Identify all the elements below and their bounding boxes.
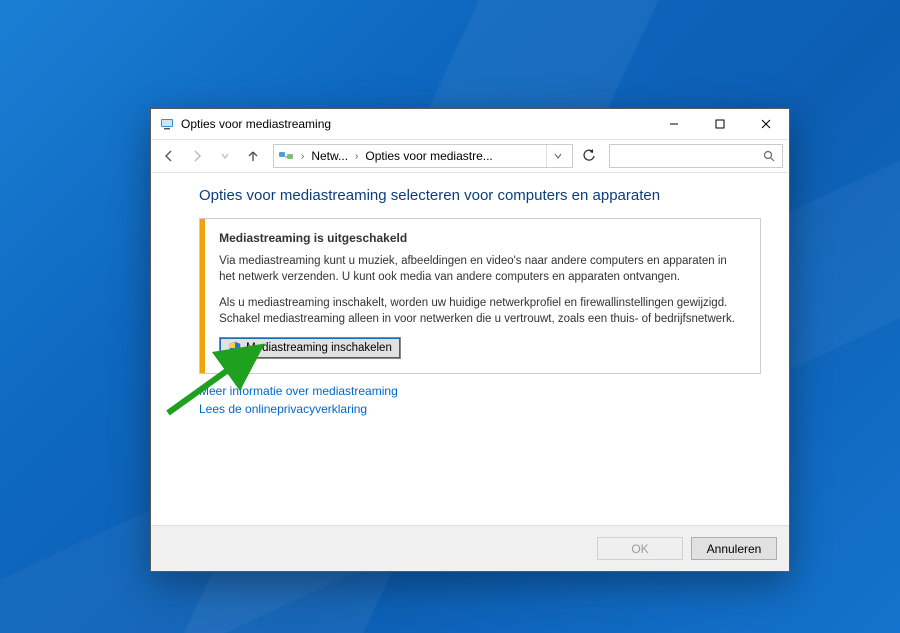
refresh-button[interactable] [577,144,601,168]
close-button[interactable] [743,109,789,139]
control-panel-window: Opties voor mediastreaming › Netw... › O… [150,108,790,572]
cancel-button[interactable]: Annuleren [691,537,777,560]
page-title: Opties voor mediastreaming selecteren vo… [199,187,761,204]
window-title: Opties voor mediastreaming [181,117,651,131]
content-area: Opties voor mediastreaming selecteren vo… [151,173,789,525]
panel-paragraph-2: Als u mediastreaming inschakelt, worden … [219,295,744,327]
breadcrumb-network[interactable]: Netw... [311,149,348,163]
search-icon [763,150,776,163]
recent-locations-button[interactable] [213,144,237,168]
minimize-button[interactable] [651,109,697,139]
address-dropdown-button[interactable] [546,145,568,167]
more-info-link[interactable]: Meer informatie over mediastreaming [199,384,761,398]
uac-shield-icon [228,341,242,355]
up-button[interactable] [241,144,265,168]
network-icon [278,148,294,164]
search-input[interactable] [609,144,783,168]
status-panel: Mediastreaming is uitgeschakeld Via medi… [199,218,761,374]
enable-mediastreaming-button[interactable]: Mediastreaming inschakelen [219,337,401,359]
navigation-bar: › Netw... › Opties voor mediastre... [151,139,789,173]
titlebar: Opties voor mediastreaming [151,109,789,139]
privacy-link[interactable]: Lees de onlineprivacyverklaring [199,402,761,416]
address-bar[interactable]: › Netw... › Opties voor mediastre... [273,144,573,168]
media-streaming-icon [159,116,175,132]
back-button[interactable] [157,144,181,168]
panel-heading: Mediastreaming is uitgeschakeld [219,231,744,245]
ok-button: OK [597,537,683,560]
forward-button[interactable] [185,144,209,168]
panel-paragraph-1: Via mediastreaming kunt u muziek, afbeel… [219,253,744,285]
enable-button-label: Mediastreaming inschakelen [246,342,392,354]
chevron-right-icon: › [298,151,307,162]
chevron-right-icon: › [352,151,361,162]
dialog-footer: OK Annuleren [151,525,789,571]
breadcrumb-current[interactable]: Opties voor mediastre... [365,149,492,163]
maximize-button[interactable] [697,109,743,139]
